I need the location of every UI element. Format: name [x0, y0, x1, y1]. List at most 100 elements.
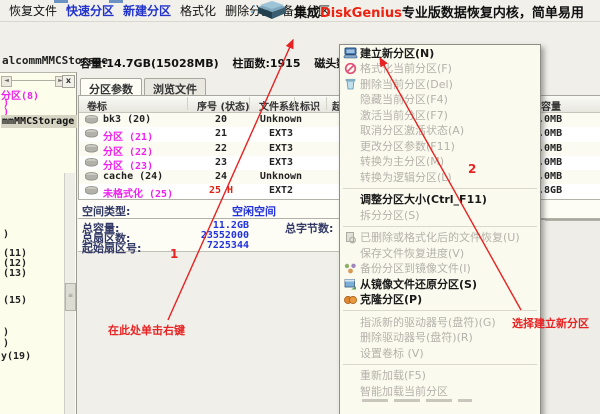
tree-item[interactable]: mmMMCStorage	[1, 115, 78, 128]
start-sector-value: 7225344	[206, 240, 249, 251]
context-menu-item[interactable]: 格式化当前分区(F)	[340, 61, 540, 77]
cell-index: 22	[214, 142, 228, 154]
cell-index: 25 H	[208, 185, 234, 197]
context-menu-item[interactable]: 删除驱动器号(盘符)(R)	[340, 330, 540, 346]
toolbar-item[interactable]: 格式化	[180, 2, 216, 19]
menu-separator	[343, 310, 537, 311]
brand-name: DiskGenius	[320, 6, 402, 21]
annotation-step-1: 1	[170, 247, 179, 261]
tree-item[interactable]: )	[3, 327, 9, 338]
context-menu-item[interactable]: 设置卷标 (V)	[340, 345, 540, 361]
no-icon	[340, 246, 360, 259]
sidebar-scrollbar[interactable]: ≡	[64, 173, 76, 414]
partition-tree-sidebar: ◄ ► x 分区(8))) mmMMCStorage) (11) (12) (13) (1…	[0, 72, 78, 414]
toolbar-item[interactable]: 恢复文件	[9, 2, 57, 19]
cell-filesystem: EXT3	[268, 128, 294, 140]
cell-filesystem: EXT2	[268, 185, 294, 197]
context-menu-item[interactable]: 克隆分区(P)	[340, 292, 540, 308]
scroll-left-icon[interactable]: ◄	[1, 76, 12, 87]
cell-volume: bk3 (20)	[103, 114, 152, 125]
restore-icon	[340, 277, 360, 290]
context-menu-item[interactable]: 重新加载(F5)	[340, 368, 540, 384]
brand-slogan: 集成DiskGenius专业版数据恢复内核，简单易用	[294, 6, 584, 21]
context-menu-item[interactable]: 从镜像文件还原分区(S)	[340, 276, 540, 292]
selection-details: 总容量: 11.2GB 总字节数: 总扇区数: 23552000 起始扇区号: …	[78, 219, 341, 255]
menu-separator	[343, 363, 537, 365]
tab-active[interactable]: 分区参数	[80, 78, 142, 96]
no-icon	[340, 193, 360, 206]
header-volume: 卷标	[87, 102, 107, 113]
context-menu-item[interactable]: 更改分区参数(F11)	[340, 138, 540, 154]
no-icon	[340, 155, 360, 168]
disk-icon	[85, 172, 98, 184]
tree-item[interactable]: )	[3, 338, 9, 349]
context-menu-item[interactable]: 激活当前分区(F7)	[340, 107, 540, 123]
context-menu-item[interactable]: 转换为主分区(M)	[340, 154, 540, 170]
disk-icon	[85, 129, 98, 141]
cell-filesystem: EXT3	[268, 142, 294, 154]
no-icon	[340, 139, 360, 152]
no-icon	[340, 124, 360, 137]
toolbar-item[interactable]: 快速分区	[66, 2, 114, 19]
annotation-step-2: 2	[468, 162, 477, 176]
no-icon	[340, 315, 360, 328]
diskgenius-window: 恢复文件 快速分区 新建分区 格式化 删除分区 备份分区 集成DiskGenius专业版数…	[0, 0, 600, 414]
tree-item[interactable]: )	[3, 229, 9, 240]
no-icon	[340, 331, 360, 344]
backup-icon	[340, 262, 360, 275]
total-bytes-label: 总字节数:	[285, 222, 334, 235]
no-icon	[340, 108, 360, 121]
disk-capacity: 容量:14.7GB(15028MB)	[80, 57, 219, 70]
context-menu-item[interactable]: 删除当前分区(Del)	[340, 76, 540, 92]
menu-separator	[343, 225, 537, 227]
disk-cylinders: 柱面数:1915	[232, 57, 301, 70]
space-type-value: 空闲空间	[232, 205, 276, 218]
cell-volume: cache (24)	[103, 171, 164, 183]
clone-icon	[340, 293, 360, 306]
tree-item[interactable]: (13)	[3, 268, 27, 279]
cell-index: 24	[214, 171, 228, 183]
cell-index: 21	[214, 128, 228, 140]
close-icon[interactable]: x	[62, 75, 75, 88]
diskgenius-logo-icon	[250, 0, 290, 21]
quick-partition-icon	[54, 0, 68, 3]
context-menu-item[interactable]: 调整分区大小(Ctrl_F11)	[340, 192, 540, 208]
disk-icon	[85, 186, 98, 198]
context-menu-item[interactable]: 备份分区到镜像文件(I)	[340, 261, 540, 277]
toolbar-item[interactable]: 新建分区	[123, 2, 171, 19]
context-menu-item[interactable]: 指派新的驱动器号(盘符)(G)	[340, 314, 540, 330]
context-menu-item[interactable]: 转换为逻辑分区(L)	[340, 169, 540, 185]
context-menu-item[interactable]: 智能加载当前分区	[340, 383, 540, 399]
cell-filesystem: EXT3	[268, 156, 294, 168]
annotation-note-1: 在此处单击右键	[108, 324, 185, 337]
cell-index: 23	[214, 156, 228, 168]
header-index: 序号 (状态)	[197, 102, 250, 113]
context-menu-item-clipped[interactable]	[340, 398, 540, 405]
context-menu-item[interactable]: 保存文件恢复进度(V)	[340, 245, 540, 261]
menu-separator	[343, 187, 537, 189]
format-icon	[340, 62, 360, 75]
no-icon	[340, 170, 360, 183]
context-menu-item[interactable]: 隐藏当前分区(F4)	[340, 92, 540, 108]
disk-icon	[85, 157, 98, 170]
context-menu-item[interactable]: 取消分区激活状态(A)	[340, 123, 540, 139]
context-menu-item[interactable]: 建立新分区(N)	[340, 45, 540, 61]
cell-filesystem: Unknown	[259, 171, 303, 183]
no-icon	[340, 208, 360, 221]
tree-item[interactable]: y(19)	[1, 351, 31, 362]
header-flag: 标识	[300, 102, 320, 113]
cell-index: 20	[214, 114, 228, 125]
header-capacity: 容量	[541, 102, 561, 113]
delete-icon	[340, 77, 360, 90]
context-menu-item[interactable]: 拆分分区(S)	[340, 207, 540, 223]
header-fs: 文件系统	[259, 102, 299, 113]
context-menu-item[interactable]: 已删除或格式化后的文件恢复(U)	[340, 230, 540, 246]
disk-icon	[85, 143, 98, 156]
tab-inactive[interactable]: 浏览文件	[144, 78, 206, 96]
cell-filesystem: Unknown	[259, 114, 303, 125]
space-type-label: 空间类型:	[82, 205, 131, 218]
no-icon	[340, 369, 360, 382]
new-partition-icon	[340, 46, 360, 59]
tree-item[interactable]: (15)	[3, 295, 27, 306]
scrollbar-thumb[interactable]: ≡	[65, 283, 76, 311]
